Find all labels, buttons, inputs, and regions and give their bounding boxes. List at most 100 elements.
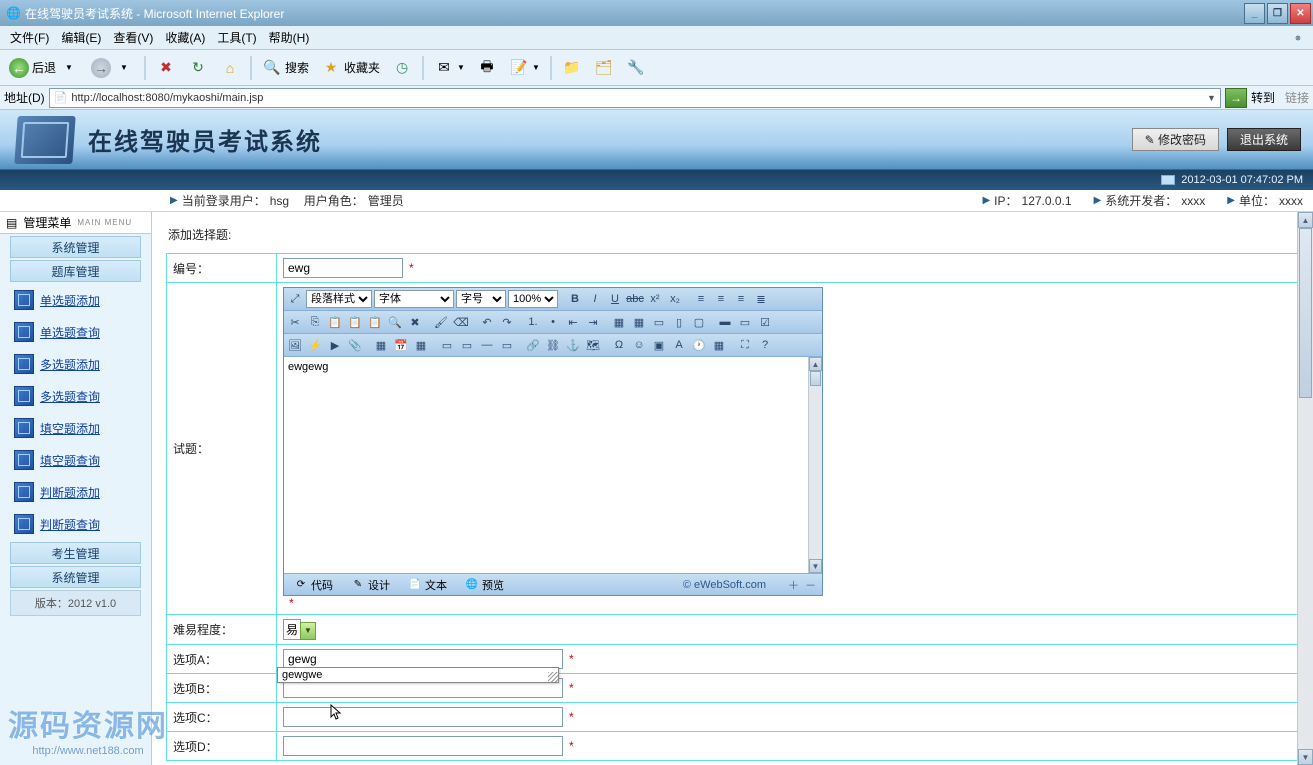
zoom-select[interactable]: 100% — [508, 290, 558, 308]
go-button[interactable]: → — [1225, 88, 1247, 108]
brush-icon[interactable]: 🖌 — [432, 313, 450, 331]
print-button[interactable]: 🖶 — [472, 55, 502, 81]
editor-scrollbar[interactable]: ▲ ▼ — [808, 357, 822, 573]
italic-icon[interactable]: I — [586, 290, 604, 308]
menu-edit[interactable]: 编辑(E) — [55, 27, 107, 48]
marquee-icon[interactable]: ▭ — [498, 336, 516, 354]
help-icon[interactable]: ? — [756, 336, 774, 354]
autocomplete-popup[interactable]: gewgwe — [277, 667, 559, 683]
align-right-icon[interactable]: ≡ — [732, 290, 750, 308]
layer-icon[interactable]: ▣ — [650, 336, 668, 354]
logout-button[interactable]: 退出系统 — [1227, 128, 1301, 151]
cut-icon[interactable]: ✂ — [286, 313, 304, 331]
tools-button[interactable]: 🔧 — [621, 55, 651, 81]
outdent-icon[interactable]: ⇤ — [564, 313, 582, 331]
sidebar-item-judge-query[interactable]: 判断题查询 — [0, 508, 151, 540]
forward-button[interactable]: →▼ — [86, 55, 139, 81]
optD-input[interactable] — [283, 736, 563, 756]
copy-icon[interactable]: ⎘ — [306, 313, 324, 331]
sidebar-item-judge-add[interactable]: 判断题添加 — [0, 476, 151, 508]
sub-icon[interactable]: x₂ — [666, 290, 684, 308]
search-button[interactable]: 🔍搜索 — [257, 55, 314, 81]
sidebar-item-fill-query[interactable]: 填空题查询 — [0, 444, 151, 476]
col-icon[interactable]: ▯ — [670, 313, 688, 331]
paste-word-icon[interactable]: 📋 — [366, 313, 384, 331]
flash-icon[interactable]: ⚡ — [306, 336, 324, 354]
sidebar-cat-system2[interactable]: 系统管理 — [10, 566, 141, 588]
optC-input[interactable] — [283, 707, 563, 727]
strike-icon[interactable]: abc — [626, 290, 644, 308]
minimize-button[interactable]: _ — [1244, 3, 1265, 24]
refresh-button[interactable]: ↻ — [183, 55, 213, 81]
folder2-button[interactable]: 🗂 — [589, 55, 619, 81]
tab-preview[interactable]: 🌐预览 — [461, 576, 508, 594]
redo-icon[interactable]: ↷ — [498, 313, 516, 331]
hr-icon[interactable]: — — [478, 336, 496, 354]
change-password-button[interactable]: ✎ 修改密码 — [1132, 128, 1219, 151]
attach-icon[interactable]: 📎 — [346, 336, 364, 354]
editor-textarea[interactable]: ewgewg — [284, 357, 808, 573]
ol-icon[interactable]: 1. — [524, 313, 542, 331]
find-icon[interactable]: 🔍 — [386, 313, 404, 331]
anchor-icon[interactable]: ⚓ — [564, 336, 582, 354]
scrollbar-thumb[interactable] — [1299, 228, 1312, 398]
indent-icon[interactable]: ⇥ — [584, 313, 602, 331]
menu-help[interactable]: 帮助(H) — [263, 27, 316, 48]
close-button[interactable]: ✕ — [1290, 3, 1311, 24]
optA-input[interactable] — [283, 649, 563, 669]
url-input[interactable]: 📄 http://localhost:8080/mykaoshi/main.js… — [49, 88, 1221, 108]
cell-icon[interactable]: ▢ — [690, 313, 708, 331]
table2-icon[interactable]: ▦ — [630, 313, 648, 331]
ul-icon[interactable]: • — [544, 313, 562, 331]
table-icon[interactable]: ▦ — [610, 313, 628, 331]
paste-text-icon[interactable]: 📋 — [346, 313, 364, 331]
fullscreen-icon[interactable]: ⛶ — [736, 336, 754, 354]
underline-icon[interactable]: U — [606, 290, 624, 308]
omega-icon[interactable]: Ω — [610, 336, 628, 354]
editor-body[interactable]: ewgewg ▲ ▼ — [284, 357, 822, 573]
align-left-icon[interactable]: ≡ — [692, 290, 710, 308]
content-scrollbar[interactable]: ▲ ▼ — [1297, 212, 1313, 765]
button-icon[interactable]: ▭ — [736, 313, 754, 331]
sidebar-item-multi-query[interactable]: 多选题查询 — [0, 380, 151, 412]
unlink-icon[interactable]: ⛓ — [544, 336, 562, 354]
menu-tools[interactable]: 工具(T) — [211, 27, 262, 48]
excel-icon[interactable]: ▦ — [710, 336, 728, 354]
grid2-icon[interactable]: ▦ — [412, 336, 430, 354]
menu-favorites[interactable]: 收藏(A) — [159, 27, 211, 48]
mail-button[interactable]: ✉▼ — [429, 55, 470, 81]
align-center-icon[interactable]: ≡ — [712, 290, 730, 308]
undo-icon[interactable]: ↶ — [478, 313, 496, 331]
sidebar-cat-examinee[interactable]: 考生管理 — [10, 542, 141, 564]
map-icon[interactable]: 🗺 — [584, 336, 602, 354]
plus-icon[interactable]: ＋ — [788, 577, 799, 593]
tab-code[interactable]: ⟳代码 — [290, 576, 337, 594]
sidebar-item-multi-add[interactable]: 多选题添加 — [0, 348, 151, 380]
fieldset-icon[interactable]: ▭ — [438, 336, 456, 354]
check-icon[interactable]: ☑ — [756, 313, 774, 331]
home-button[interactable]: ⌂ — [215, 55, 245, 81]
size-select[interactable]: 字号 — [456, 290, 506, 308]
id-input[interactable] — [283, 258, 403, 278]
maximize-button[interactable]: ❐ — [1267, 3, 1288, 24]
clear-icon[interactable]: ⌫ — [452, 313, 470, 331]
font-select[interactable]: 字体 — [374, 290, 454, 308]
back-button[interactable]: ←后退▼ — [4, 55, 84, 81]
bold-icon[interactable]: B — [566, 290, 584, 308]
folder1-button[interactable]: 📁 — [557, 55, 587, 81]
minus-icon[interactable]: － — [805, 577, 816, 593]
sidebar-item-single-query[interactable]: 单选题查询 — [0, 316, 151, 348]
stop-button[interactable]: ✖ — [151, 55, 181, 81]
image-icon[interactable]: 🖼 — [286, 336, 304, 354]
bg-icon[interactable]: ▦ — [372, 336, 390, 354]
form-icon[interactable]: ▬ — [716, 313, 734, 331]
delete-icon[interactable]: ✖ — [406, 313, 424, 331]
sidebar-cat-system1[interactable]: 系统管理 — [10, 236, 141, 258]
calendar-icon[interactable]: 📅 — [392, 336, 410, 354]
super-icon[interactable]: x² — [646, 290, 664, 308]
tab-design[interactable]: ✎设计 — [347, 576, 394, 594]
tab-text[interactable]: 📄文本 — [404, 576, 451, 594]
favorites-button[interactable]: ★收藏夹 — [316, 55, 385, 81]
paragraph-select[interactable]: 段落样式 — [306, 290, 372, 308]
links-label[interactable]: 链接 — [1285, 89, 1309, 106]
